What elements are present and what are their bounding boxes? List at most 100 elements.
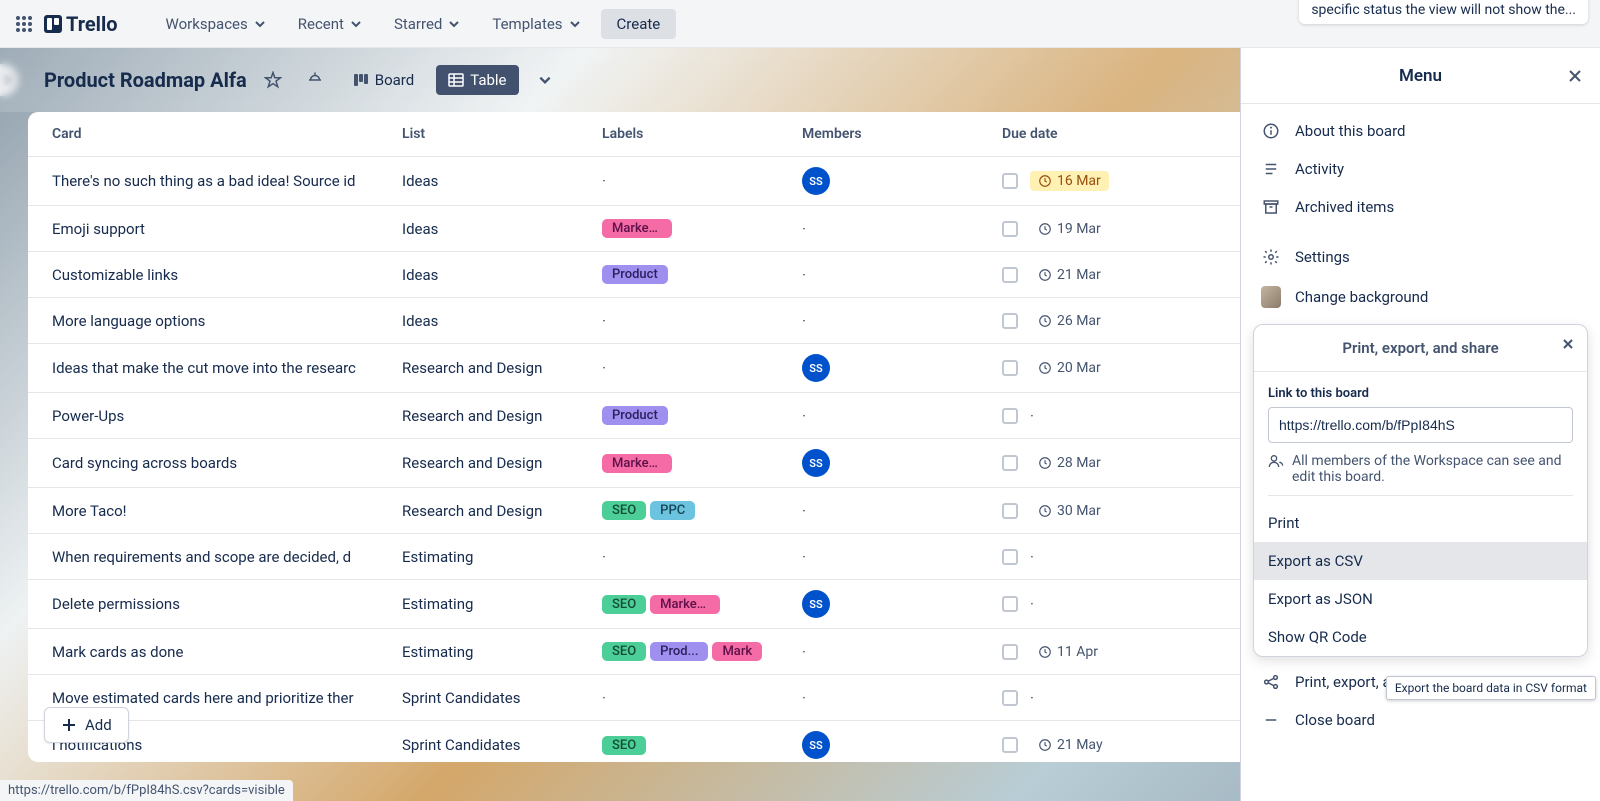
due-badge[interactable]: 28 Mar xyxy=(1030,453,1109,473)
workspaces-menu[interactable]: Workspaces xyxy=(154,9,278,39)
menu-close-board[interactable]: Close board xyxy=(1241,701,1600,739)
cell-card[interactable]: There's no such thing as a bad idea! Sou… xyxy=(52,172,402,190)
cell-list[interactable]: Research and Design xyxy=(402,407,602,425)
cell-labels[interactable]: Marketing xyxy=(602,454,802,473)
due-checkbox[interactable] xyxy=(1002,737,1018,753)
cell-card[interactable]: Card syncing across boards xyxy=(52,454,402,472)
due-badge[interactable]: 11 Apr xyxy=(1030,642,1106,662)
board-link-input[interactable] xyxy=(1268,407,1573,443)
cell-card[interactable]: Mark cards as done xyxy=(52,643,402,661)
avatar[interactable]: SS xyxy=(802,449,830,477)
col-card[interactable]: Card xyxy=(52,126,402,142)
cell-card[interactable]: More Taco! xyxy=(52,502,402,520)
col-labels[interactable]: Labels xyxy=(602,126,802,142)
apps-icon[interactable] xyxy=(12,12,36,36)
cell-members[interactable] xyxy=(802,407,1002,425)
cell-list[interactable]: Estimating xyxy=(402,595,602,613)
col-list[interactable]: List xyxy=(402,126,602,142)
cell-members[interactable]: SS xyxy=(802,731,1002,759)
avatar[interactable]: SS xyxy=(802,167,830,195)
show-qr-action[interactable]: Show QR Code xyxy=(1254,618,1587,656)
cell-members[interactable] xyxy=(802,312,1002,330)
cell-card[interactable]: Move estimated cards here and prioritize… xyxy=(52,689,402,707)
cell-labels[interactable]: SEOPPC xyxy=(602,501,802,520)
due-checkbox[interactable] xyxy=(1002,690,1018,706)
avatar[interactable]: SS xyxy=(802,590,830,618)
due-badge[interactable]: 30 Mar xyxy=(1030,501,1109,521)
cell-members[interactable] xyxy=(802,502,1002,520)
due-checkbox[interactable] xyxy=(1002,455,1018,471)
print-action[interactable]: Print xyxy=(1254,504,1587,542)
due-checkbox[interactable] xyxy=(1002,267,1018,283)
cell-labels[interactable]: SEOProd...Mark xyxy=(602,642,802,661)
view-switcher-icon[interactable] xyxy=(529,64,561,96)
cell-list[interactable]: Research and Design xyxy=(402,502,602,520)
close-icon[interactable] xyxy=(1566,67,1584,85)
due-checkbox[interactable] xyxy=(1002,360,1018,376)
cell-members[interactable] xyxy=(802,266,1002,284)
cell-card[interactable]: Customizable links xyxy=(52,266,402,284)
cell-card[interactable]: When requirements and scope are decided,… xyxy=(52,548,402,566)
menu-settings[interactable]: Settings xyxy=(1241,238,1600,276)
due-checkbox[interactable] xyxy=(1002,173,1018,189)
due-badge[interactable]: 26 Mar xyxy=(1030,311,1109,331)
avatar[interactable]: SS xyxy=(802,354,830,382)
cell-labels[interactable] xyxy=(602,312,802,330)
cell-list[interactable]: Research and Design xyxy=(402,359,602,377)
cell-labels[interactable] xyxy=(602,548,802,566)
cell-card[interactable]: Ideas that make the cut move into the re… xyxy=(52,359,402,377)
cell-labels[interactable]: Marketing xyxy=(602,219,802,238)
create-button[interactable]: Create xyxy=(601,9,677,39)
cell-members[interactable]: SS xyxy=(802,167,1002,195)
col-members[interactable]: Members xyxy=(802,126,1002,142)
starred-menu[interactable]: Starred xyxy=(382,9,472,39)
avatar[interactable]: SS xyxy=(802,731,830,759)
cell-labels[interactable]: SEOMarketing xyxy=(602,595,802,614)
visibility-icon[interactable] xyxy=(299,64,331,96)
due-badge[interactable]: 16 Mar xyxy=(1030,171,1109,191)
cell-members[interactable] xyxy=(802,689,1002,707)
cell-list[interactable]: Ideas xyxy=(402,312,602,330)
export-csv-action[interactable]: Export as CSV xyxy=(1254,542,1587,580)
menu-archived[interactable]: Archived items xyxy=(1241,188,1600,226)
cell-labels[interactable]: SEO xyxy=(602,736,802,755)
cell-labels[interactable] xyxy=(602,359,802,377)
cell-list[interactable]: Sprint Candidates xyxy=(402,689,602,707)
due-badge[interactable]: 20 Mar xyxy=(1030,358,1109,378)
cell-card[interactable]: Emoji support xyxy=(52,220,402,238)
due-checkbox[interactable] xyxy=(1002,313,1018,329)
cell-list[interactable]: Estimating xyxy=(402,643,602,661)
due-badge[interactable]: 21 May xyxy=(1030,735,1111,755)
cell-list[interactable]: Ideas xyxy=(402,172,602,190)
templates-menu[interactable]: Templates xyxy=(480,9,592,39)
due-checkbox[interactable] xyxy=(1002,549,1018,565)
board-view-button[interactable]: Board xyxy=(341,65,426,95)
due-checkbox[interactable] xyxy=(1002,221,1018,237)
cell-list[interactable]: Estimating xyxy=(402,548,602,566)
export-json-action[interactable]: Export as JSON xyxy=(1254,580,1587,618)
cell-members[interactable] xyxy=(802,548,1002,566)
due-badge[interactable]: 19 Mar xyxy=(1030,219,1109,239)
cell-members[interactable]: SS xyxy=(802,590,1002,618)
cell-card[interactable]: More language options xyxy=(52,312,402,330)
add-button[interactable]: Add xyxy=(44,707,129,743)
due-checkbox[interactable] xyxy=(1002,503,1018,519)
cell-labels[interactable] xyxy=(602,172,802,190)
star-icon[interactable] xyxy=(257,64,289,96)
menu-about[interactable]: About this board xyxy=(1241,112,1600,150)
cell-list[interactable]: Sprint Candidates xyxy=(402,736,602,754)
recent-menu[interactable]: Recent xyxy=(286,9,374,39)
cell-members[interactable] xyxy=(802,643,1002,661)
cell-labels[interactable]: Product xyxy=(602,265,802,284)
menu-activity[interactable]: Activity xyxy=(1241,150,1600,188)
due-badge[interactable]: 21 Mar xyxy=(1030,265,1109,285)
trello-logo[interactable]: Trello xyxy=(44,12,118,36)
cell-card[interactable]: Delete permissions xyxy=(52,595,402,613)
board-title[interactable]: Product Roadmap Alfa xyxy=(44,68,247,92)
cell-labels[interactable] xyxy=(602,689,802,707)
table-view-button[interactable]: Table xyxy=(436,65,518,95)
cell-list[interactable]: Ideas xyxy=(402,266,602,284)
cell-list[interactable]: Ideas xyxy=(402,220,602,238)
cell-labels[interactable]: Product xyxy=(602,406,802,425)
cell-members[interactable]: SS xyxy=(802,354,1002,382)
